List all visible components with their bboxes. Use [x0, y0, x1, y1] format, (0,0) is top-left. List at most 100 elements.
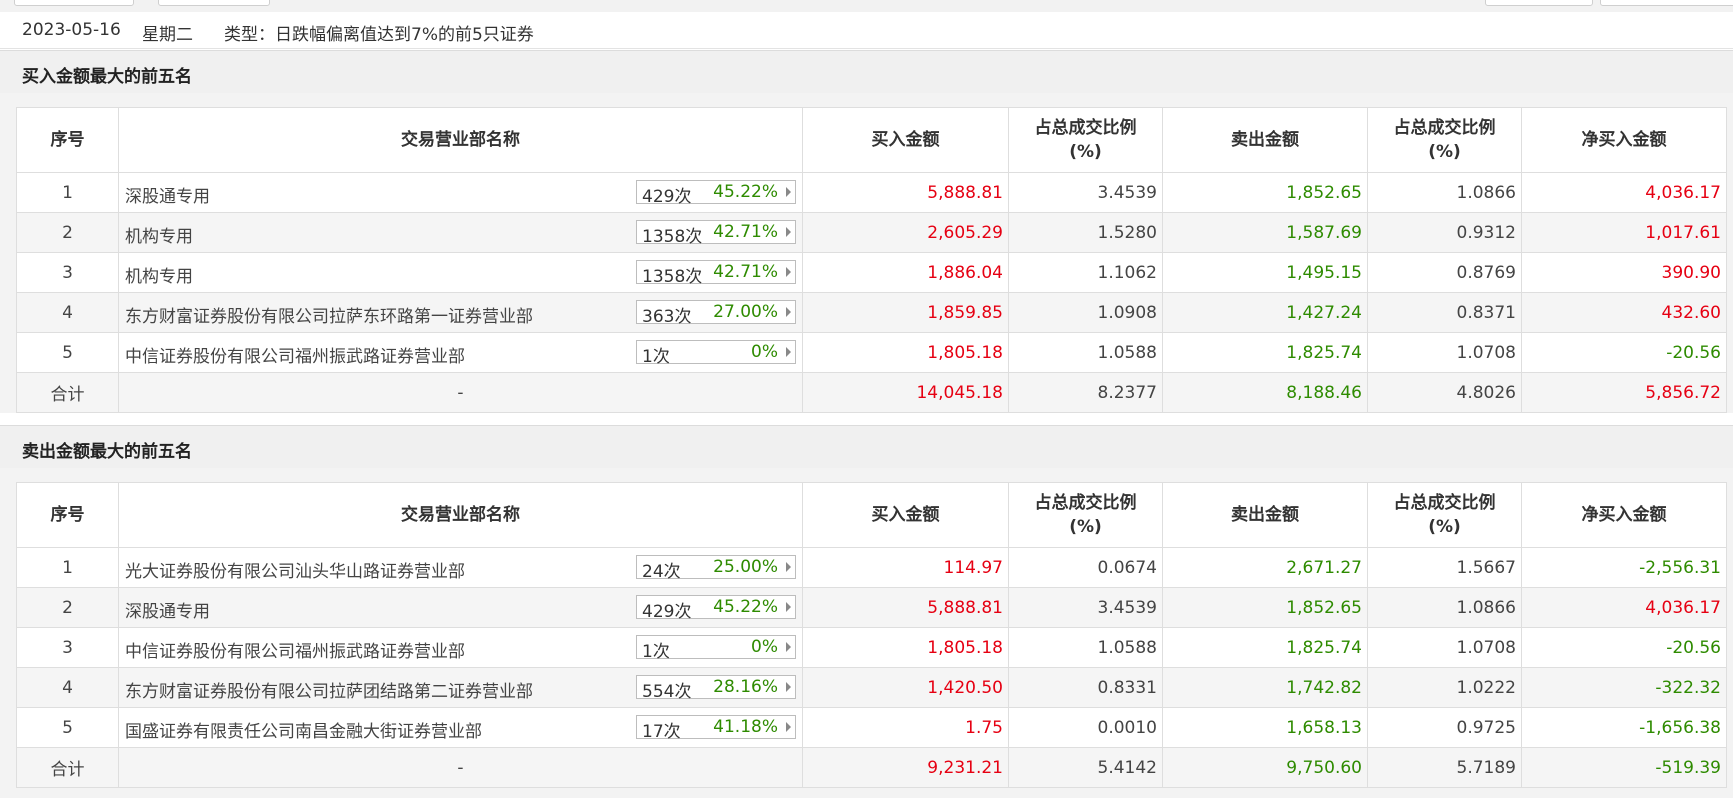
col-sell-ratio: 占总成交比例 (%)	[1367, 482, 1522, 548]
col-branch: 交易营业部名称	[118, 107, 803, 173]
appearance-count: 1次	[642, 347, 670, 367]
buy-ratio: 1.0588	[1008, 627, 1163, 668]
table-header-row: 序号 交易营业部名称 买入金额 占总成交比例 (%) 卖出金额 占总成交比例 (%)…	[16, 107, 1727, 173]
section-header-top-sellers: 卖出金额最大的前五名	[0, 425, 1733, 469]
branch-stats-badge[interactable]: 1次 0%	[636, 635, 796, 662]
buy-amount: 5,888.81	[802, 587, 1009, 628]
branch-stats-badge[interactable]: 24次 25.00%	[636, 555, 796, 582]
total-branch: -	[118, 372, 803, 413]
success-rate: 0%	[751, 637, 778, 657]
sell-amount: 1,742.82	[1162, 667, 1368, 708]
branch-stats-badge[interactable]: 429次 45.22%	[636, 180, 796, 207]
section-title: 卖出金额最大的前五名	[22, 442, 192, 462]
buy-ratio: 1.0588	[1008, 332, 1163, 373]
buy-ratio: 0.8331	[1008, 667, 1163, 708]
buy-ratio: 0.0010	[1008, 707, 1163, 748]
success-rate: 28.16%	[713, 677, 778, 697]
branch-name-link[interactable]: 光大证券股份有限公司汕头华山路证券营业部	[125, 557, 465, 582]
table-row: 5 中信证券股份有限公司福州振武路证券营业部 1次 0% 1,805.18 1.0588 1…	[16, 332, 1727, 373]
branch-stats-badge[interactable]: 1358次 42.71%	[636, 220, 796, 247]
col-seq: 序号	[16, 107, 119, 173]
buy-amount: 1.75	[802, 707, 1009, 748]
col-buy: 买入金额	[802, 482, 1009, 548]
table-row: 5 国盛证券有限责任公司南昌金融大街证券营业部 17次 41.18% 1.75 0.001…	[16, 707, 1727, 748]
row-seq: 2	[16, 587, 119, 628]
col-buy: 买入金额	[802, 107, 1009, 173]
success-rate: 45.22%	[713, 182, 778, 202]
table-row: 4 东方财富证券股份有限公司拉萨团结路第二证券营业部 554次 28.16% 1,420…	[16, 667, 1727, 708]
branch-name-link[interactable]: 中信证券股份有限公司福州振武路证券营业部	[125, 637, 465, 662]
branch-name-link[interactable]: 东方财富证券股份有限公司拉萨团结路第二证券营业部	[125, 677, 533, 702]
sell-ratio: 0.8769	[1367, 252, 1522, 293]
top-button-2[interactable]	[1600, 0, 1733, 6]
row-seq: 1	[16, 172, 119, 213]
row-seq: 4	[16, 667, 119, 708]
sell-ratio: 1.5667	[1367, 547, 1522, 588]
branch-stats-badge[interactable]: 554次 28.16%	[636, 675, 796, 702]
total-label: 合计	[16, 372, 119, 413]
sell-amount: 1,825.74	[1162, 627, 1368, 668]
row-branch: 国盛证券有限责任公司南昌金融大街证券营业部 17次 41.18%	[118, 707, 803, 748]
total-branch: -	[118, 747, 803, 788]
branch-stats-badge[interactable]: 1358次 42.71%	[636, 260, 796, 287]
col-sell: 卖出金额	[1162, 482, 1368, 548]
col-buy-ratio: 占总成交比例 (%)	[1008, 107, 1163, 173]
sell-ratio: 0.9725	[1367, 707, 1522, 748]
branch-stats-badge[interactable]: 17次 41.18%	[636, 715, 796, 742]
top-dropdown-1[interactable]	[14, 0, 134, 6]
top-toolbar-strip	[0, 0, 1733, 12]
trade-date: 2023-05-16	[22, 20, 121, 40]
top-button-1[interactable]	[1485, 0, 1593, 6]
net-amount: 390.90	[1521, 252, 1727, 293]
net-amount: -20.56	[1521, 332, 1727, 373]
caret-right-icon	[786, 642, 791, 652]
table-row: 1 深股通专用 429次 45.22% 5,888.81 3.4539 1,852.65 1.…	[16, 172, 1727, 213]
branch-name-link[interactable]: 国盛证券有限责任公司南昌金融大街证券营业部	[125, 717, 482, 742]
success-rate: 42.71%	[713, 222, 778, 242]
caret-right-icon	[786, 347, 791, 357]
top-sellers-table: 序号 交易营业部名称 买入金额 占总成交比例 (%) 卖出金额 占总成交比例 (%)…	[16, 482, 1727, 788]
net-amount: 432.60	[1521, 292, 1727, 333]
branch-name-link[interactable]: 中信证券股份有限公司福州振武路证券营业部	[125, 342, 465, 367]
branch-stats-badge[interactable]: 363次 27.00%	[636, 300, 796, 327]
sell-amount: 1,587.69	[1162, 212, 1368, 253]
buy-amount: 1,805.18	[802, 332, 1009, 373]
branch-name-link[interactable]: 机构专用	[125, 222, 193, 247]
branch-name-link[interactable]: 机构专用	[125, 262, 193, 287]
col-net: 净买入金额	[1521, 107, 1727, 173]
appearance-count: 1358次	[642, 227, 703, 247]
buy-ratio: 0.0674	[1008, 547, 1163, 588]
appearance-count: 363次	[642, 307, 692, 327]
appearance-count: 1次	[642, 642, 670, 662]
weekday: 星期二	[142, 25, 193, 45]
table-row: 4 东方财富证券股份有限公司拉萨东环路第一证券营业部 363次 27.00% 1,859…	[16, 292, 1727, 333]
top-dropdown-2[interactable]	[158, 0, 270, 6]
branch-name-link[interactable]: 深股通专用	[125, 597, 210, 622]
table-row: 1 光大证券股份有限公司汕头华山路证券营业部 24次 25.00% 114.97 0.06…	[16, 547, 1727, 588]
buy-ratio: 3.4539	[1008, 587, 1163, 628]
row-seq: 3	[16, 252, 119, 293]
total-buy: 14,045.18	[802, 372, 1009, 413]
table-row: 2 机构专用 1358次 42.71% 2,605.29 1.5280 1,587.69 0.…	[16, 212, 1727, 253]
branch-stats-badge[interactable]: 1次 0%	[636, 340, 796, 367]
row-seq: 1	[16, 547, 119, 588]
total-label: 合计	[16, 747, 119, 788]
success-rate: 45.22%	[713, 597, 778, 617]
branch-name-link[interactable]: 深股通专用	[125, 182, 210, 207]
total-row: 合计 -14,045.18 8.2377 8,188.46 4.8026 5,856.72	[16, 372, 1727, 413]
row-branch: 中信证券股份有限公司福州振武路证券营业部 1次 0%	[118, 627, 803, 668]
row-seq: 5	[16, 332, 119, 373]
sell-ratio: 1.0708	[1367, 627, 1522, 668]
buy-amount: 1,886.04	[802, 252, 1009, 293]
buy-amount: 1,805.18	[802, 627, 1009, 668]
col-sell: 卖出金额	[1162, 107, 1368, 173]
buy-amount: 2,605.29	[802, 212, 1009, 253]
caret-right-icon	[786, 187, 791, 197]
col-net: 净买入金额	[1521, 482, 1727, 548]
caret-right-icon	[786, 722, 791, 732]
table-row: 2 深股通专用 429次 45.22% 5,888.81 3.4539 1,852.65 1.…	[16, 587, 1727, 628]
branch-stats-badge[interactable]: 429次 45.22%	[636, 595, 796, 622]
buy-ratio: 1.1062	[1008, 252, 1163, 293]
sell-ratio: 0.9312	[1367, 212, 1522, 253]
branch-name-link[interactable]: 东方财富证券股份有限公司拉萨东环路第一证券营业部	[125, 302, 533, 327]
